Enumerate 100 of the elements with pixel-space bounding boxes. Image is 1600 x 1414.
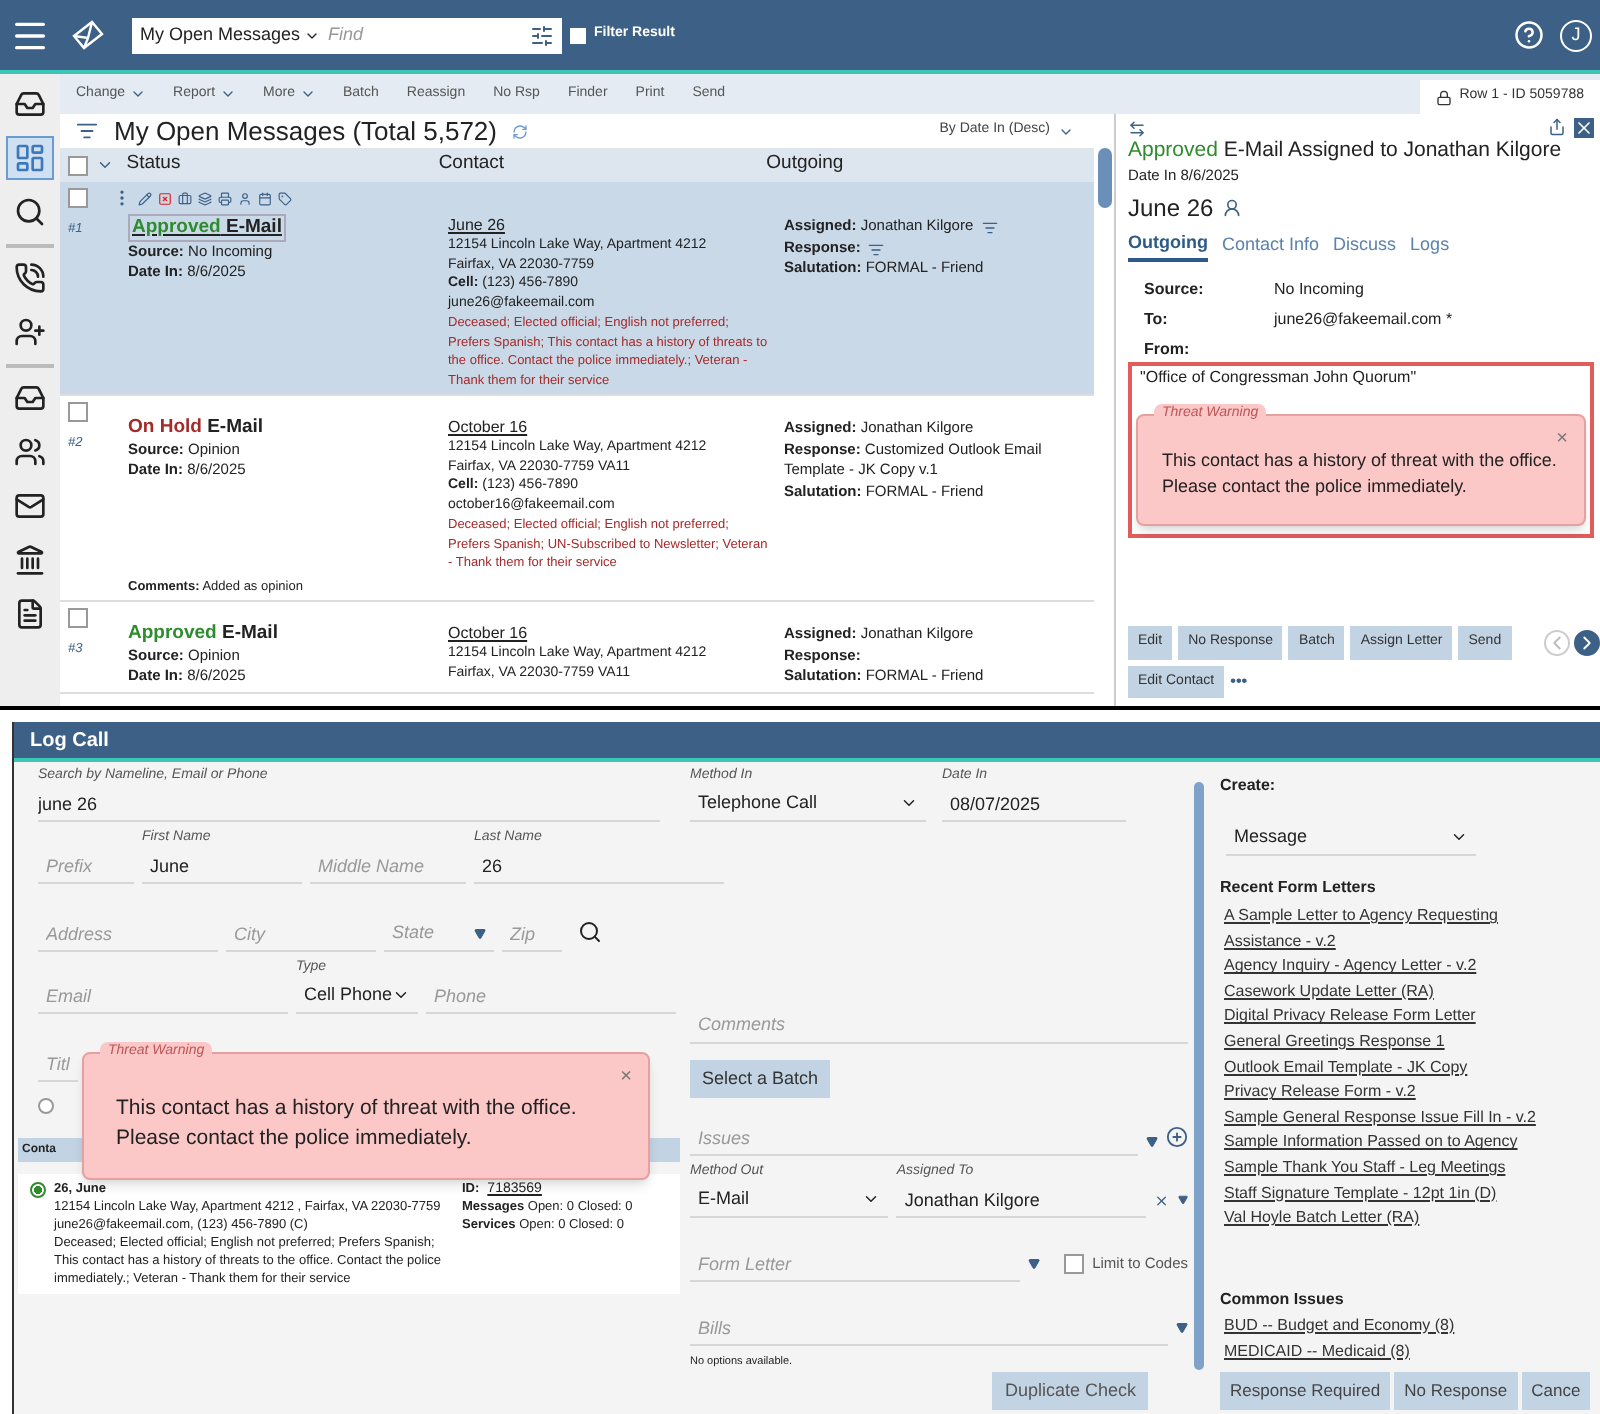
text-field[interactable]: June — [142, 848, 302, 884]
issue-link[interactable]: MEDICAID -- Medicaid (8) — [1224, 1337, 1410, 1364]
pencil-icon[interactable] — [138, 191, 152, 205]
message-row[interactable] — [60, 182, 1094, 396]
action-button[interactable]: No Response — [1394, 1372, 1518, 1410]
row-checkbox[interactable] — [68, 608, 88, 629]
select-batch-button[interactable]: Select a Batch — [690, 1059, 831, 1099]
text-field[interactable]: Form Letter — [690, 1246, 1021, 1283]
radio-button[interactable] — [30, 1182, 46, 1198]
briefcase-icon[interactable] — [178, 191, 192, 205]
document-icon — [14, 598, 46, 630]
form-letter-link[interactable]: General Greetings Response 1 — [1224, 1029, 1445, 1056]
refresh-icon[interactable] — [512, 123, 529, 139]
contact-link[interactable]: October 16 — [448, 622, 528, 645]
form-letter-link[interactable]: Staff Signature Template - 12pt 1in (D) — [1224, 1181, 1497, 1207]
tag-icon[interactable] — [278, 191, 292, 205]
limit-to-codes-checkbox[interactable] — [1064, 1254, 1085, 1275]
form-letter-link[interactable]: Digital Privacy Release Form Letter — [1224, 1004, 1476, 1030]
text-field[interactable]: City — [226, 916, 376, 952]
form-letter-link[interactable]: Privacy Release Form - v.2 — [1224, 1080, 1416, 1106]
filter-icon[interactable] — [868, 241, 885, 257]
action-button[interactable]: Response Required — [1220, 1372, 1391, 1410]
caret-icon[interactable] — [1028, 1258, 1041, 1271]
form-letter-link[interactable]: Sample Thank You Staff - Leg Meetings — [1224, 1155, 1506, 1182]
form-letter-link[interactable]: Val Hoyle Batch Letter (RA) — [1224, 1206, 1420, 1232]
dropdown[interactable]: Telephone Call — [690, 786, 926, 822]
form-letter-link[interactable]: Sample General Response Issue Fill In - v.2 — [1224, 1105, 1536, 1131]
text-field[interactable]: Prefix — [38, 848, 134, 884]
close-icon[interactable] — [1574, 118, 1594, 138]
inbox-icon — [14, 88, 46, 120]
text-field[interactable]: Phone — [426, 978, 677, 1014]
search-bar[interactable]: My Open Messages Find — [132, 17, 562, 53]
next-button[interactable] — [1574, 630, 1600, 656]
form-letter-link[interactable]: Casework Update Letter (RA) — [1224, 979, 1434, 1005]
form-letter-link[interactable]: A Sample Letter to Agency Requesting Assistance - v.2 — [1224, 904, 1554, 955]
dropdown[interactable]: Cell Phone — [296, 978, 419, 1014]
sender-line: "Office of Congressman John Quorum" — [1140, 367, 1417, 386]
layers-icon[interactable] — [198, 191, 212, 205]
detail-tab[interactable]: Contact Info — [1222, 230, 1320, 262]
dropdown[interactable]: E-Mail — [690, 1182, 889, 1219]
text-field[interactable]: Comments — [690, 1007, 1188, 1044]
filter-icon[interactable] — [76, 120, 98, 142]
calendar-icon[interactable] — [258, 191, 272, 205]
issue-link[interactable]: BUD -- Budget and Economy (8) — [1224, 1311, 1455, 1338]
person-icon[interactable] — [1221, 198, 1242, 219]
search-field[interactable]: Find — [328, 21, 530, 49]
share-icon[interactable] — [1548, 118, 1566, 136]
form-letter-link[interactable]: Sample Information Passed on to Agency — [1224, 1130, 1518, 1156]
form-letter-link[interactable]: Agency Inquiry - Agency Letter - v.2 — [1224, 954, 1477, 980]
chevron-icon — [900, 794, 918, 812]
message-row[interactable] — [60, 396, 1094, 603]
radio-button[interactable] — [38, 1098, 54, 1114]
caret-icon[interactable] — [1177, 1194, 1188, 1207]
text-field[interactable]: Bills — [690, 1310, 1168, 1347]
clear-icon[interactable] — [1154, 1192, 1170, 1211]
column-heading: Outgoing — [766, 150, 846, 179]
message-status[interactable]: Approved E-Mail — [128, 214, 286, 242]
delete-icon[interactable] — [158, 191, 172, 205]
text-field[interactable]: Middle Name — [310, 848, 466, 884]
dropdown[interactable]: Message — [1226, 820, 1476, 856]
sliders-icon[interactable] — [530, 23, 554, 47]
search-field[interactable]: june 26 — [38, 786, 660, 822]
chevron-icon[interactable] — [96, 156, 114, 174]
search-icon[interactable] — [578, 920, 602, 944]
text-field[interactable]: Issues — [690, 1120, 1138, 1157]
text-field[interactable]: Zip — [502, 916, 562, 952]
row-checkbox[interactable] — [68, 402, 88, 422]
text-field[interactable]: 26 — [474, 848, 724, 884]
users-icon — [14, 436, 46, 468]
text-field[interactable]: 08/07/2025 — [942, 786, 1126, 822]
create-label: Create: — [1220, 774, 1278, 798]
action-button[interactable]: Cance — [1521, 1372, 1591, 1410]
caret-icon[interactable] — [1176, 1322, 1188, 1335]
caret-icon[interactable] — [1146, 1136, 1158, 1149]
select-all-checkbox[interactable] — [68, 155, 88, 175]
list-title: My Open Messages (Total 5,572) — [114, 113, 497, 150]
text-field[interactable]: Jonathan Kilgore — [896, 1182, 1147, 1219]
message-status[interactable]: Approved E-Mail — [128, 622, 278, 647]
detail-tab[interactable]: Outgoing — [1128, 230, 1208, 262]
text-field[interactable]: Email — [38, 978, 288, 1014]
message-status[interactable]: On Hold E-Mail — [128, 416, 264, 440]
view-select[interactable]: My Open Messages — [140, 21, 321, 49]
form-letter-link[interactable]: Outlook Email Template - JK Copy — [1224, 1055, 1468, 1081]
row-checkbox[interactable] — [68, 188, 88, 208]
filter-result-checkbox[interactable] — [570, 27, 586, 43]
filter-icon[interactable] — [981, 220, 998, 236]
contact-link[interactable]: October 16 — [448, 416, 528, 438]
detail-tab[interactable]: Logs — [1410, 230, 1450, 262]
person-icon[interactable] — [238, 191, 252, 205]
help-icon[interactable] — [1514, 20, 1544, 50]
more-button[interactable]: ••• — [1230, 669, 1248, 694]
user-avatar[interactable]: J — [1560, 19, 1592, 51]
detail-tab[interactable]: Discuss — [1333, 230, 1397, 262]
printer-icon[interactable] — [218, 191, 232, 205]
scrollbar-thumb[interactable] — [1098, 148, 1112, 208]
add-icon[interactable] — [1166, 1126, 1188, 1149]
contact-link[interactable]: June 26 — [448, 214, 505, 236]
text-field[interactable]: Titl — [38, 1046, 78, 1082]
duplicate-check-button[interactable]: Duplicate Check — [992, 1371, 1148, 1410]
resize-arrows-icon[interactable] — [1128, 119, 1146, 137]
